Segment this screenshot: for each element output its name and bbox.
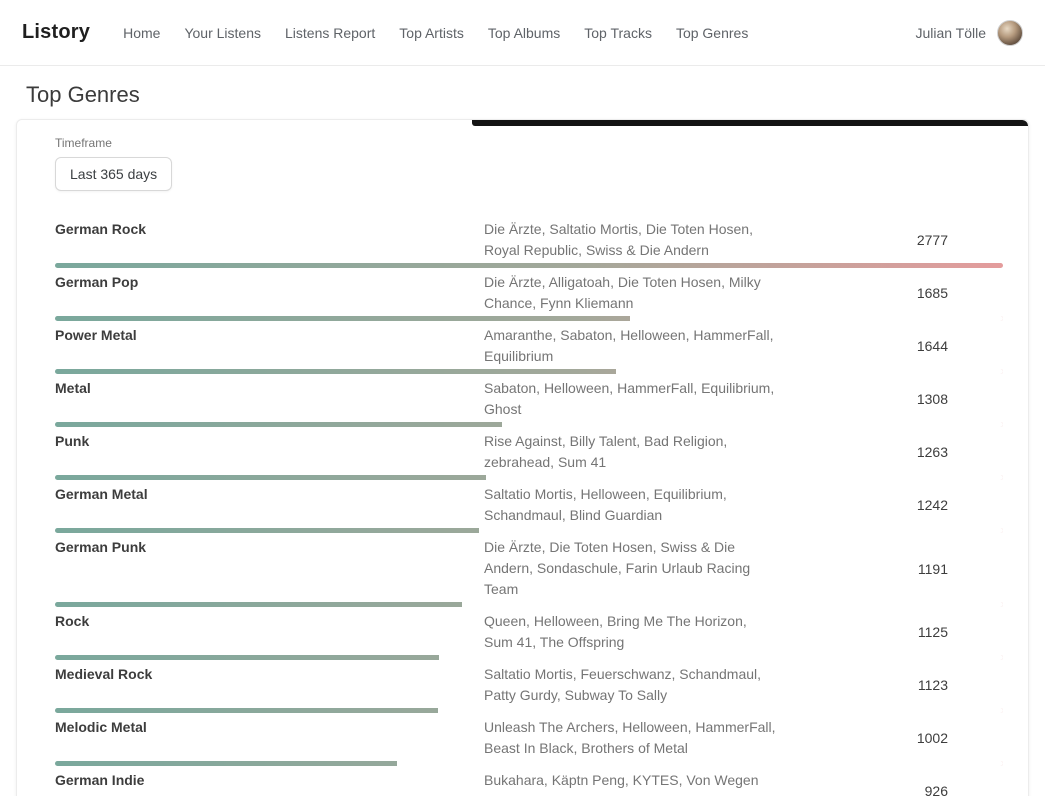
user-menu[interactable]: Julian Tölle: [915, 20, 1023, 46]
genre-bar-cover: [397, 761, 1003, 766]
genre-bar: [55, 602, 1003, 607]
genre-count: 1002: [776, 730, 1003, 746]
page-title: Top Genres: [26, 82, 1045, 108]
genre-count: 1123: [776, 677, 1003, 693]
genre-bar: [55, 316, 1003, 321]
genre-bar: [55, 761, 1003, 766]
nav-link-your-listens[interactable]: Your Listens: [173, 17, 272, 49]
nav-link-listens-report[interactable]: Listens Report: [274, 17, 386, 49]
genre-name: Rock: [55, 611, 484, 629]
genre-row: Medieval Rock Saltatio Mortis, Feuerschw…: [55, 662, 1003, 715]
genre-bar: [55, 475, 1003, 480]
app-logo[interactable]: Listory: [22, 21, 90, 44]
genre-name: German Pop: [55, 272, 484, 290]
genre-name: German Indie: [55, 770, 484, 788]
genre-bar-cover: [439, 655, 1003, 660]
timeframe-select[interactable]: Last 365 days: [55, 157, 172, 191]
nav-link-home[interactable]: Home: [112, 17, 171, 49]
genre-count: 926: [776, 783, 1003, 796]
genre-row: German Indie Bukahara, Käptn Peng, KYTES…: [55, 768, 1003, 796]
genre-bar-cover: [486, 475, 1003, 480]
genre-artists: Amaranthe, Sabaton, Helloween, HammerFal…: [484, 325, 776, 367]
genre-row: Melodic Metal Unleash The Archers, Hello…: [55, 715, 1003, 768]
nav-link-top-artists[interactable]: Top Artists: [388, 17, 475, 49]
genre-count: 2777: [776, 232, 1003, 248]
card-scrollbar-thumb[interactable]: [472, 120, 1028, 126]
genre-count: 1125: [776, 624, 1003, 640]
genre-row: Punk Rise Against, Billy Talent, Bad Rel…: [55, 429, 1003, 482]
genre-artists: Saltatio Mortis, Helloween, Equilibrium,…: [484, 484, 776, 526]
genre-row: German Metal Saltatio Mortis, Helloween,…: [55, 482, 1003, 535]
genre-artists: Queen, Helloween, Bring Me The Horizon, …: [484, 611, 776, 653]
genre-name: Melodic Metal: [55, 717, 484, 735]
genre-name: German Punk: [55, 537, 484, 555]
nav-link-top-tracks[interactable]: Top Tracks: [573, 17, 663, 49]
genre-bar: [55, 422, 1003, 427]
genre-bar-cover: [630, 316, 1003, 321]
genre-count: 1191: [776, 561, 1003, 577]
genre-name: German Rock: [55, 219, 484, 237]
genre-artists: Die Ärzte, Die Toten Hosen, Swiss & Die …: [484, 537, 776, 600]
genre-row: Metal Sabaton, Helloween, HammerFall, Eq…: [55, 376, 1003, 429]
genre-row: Power Metal Amaranthe, Sabaton, Hellowee…: [55, 323, 1003, 376]
navbar: Listory HomeYour ListensListens ReportTo…: [0, 0, 1045, 66]
genre-count: 1242: [776, 497, 1003, 513]
user-avatar[interactable]: [997, 20, 1023, 46]
genre-count: 1308: [776, 391, 1003, 407]
genre-bar: [55, 263, 1003, 268]
genre-bar-cover: [438, 708, 1003, 713]
genre-bar-cover: [616, 369, 1003, 374]
genre-artists: Sabaton, Helloween, HammerFall, Equilibr…: [484, 378, 776, 420]
genre-bar: [55, 655, 1003, 660]
nav-link-top-genres[interactable]: Top Genres: [665, 17, 759, 49]
genre-name: Medieval Rock: [55, 664, 484, 682]
genre-bar-cover: [502, 422, 1003, 427]
genre-name: Power Metal: [55, 325, 484, 343]
genre-row: German Rock Die Ärzte, Saltatio Mortis, …: [55, 217, 1003, 270]
genre-name: Punk: [55, 431, 484, 449]
genre-bar-cover: [479, 528, 1003, 533]
genre-name: German Metal: [55, 484, 484, 502]
genre-bar: [55, 369, 1003, 374]
genre-count: 1644: [776, 338, 1003, 354]
timeframe-label: Timeframe: [55, 136, 1003, 150]
nav-links: HomeYour ListensListens ReportTop Artist…: [112, 17, 915, 49]
genre-artists: Die Ärzte, Alligatoah, Die Toten Hosen, …: [484, 272, 776, 314]
genre-name: Metal: [55, 378, 484, 396]
genre-artists: Bukahara, Käptn Peng, KYTES, Von Wegen L…: [484, 770, 776, 796]
genre-artists: Rise Against, Billy Talent, Bad Religion…: [484, 431, 776, 473]
genre-bar: [55, 708, 1003, 713]
nav-link-top-albums[interactable]: Top Albums: [477, 17, 571, 49]
genre-row: German Punk Die Ärzte, Die Toten Hosen, …: [55, 535, 1003, 609]
genre-row: German Pop Die Ärzte, Alligatoah, Die To…: [55, 270, 1003, 323]
genre-artists: Die Ärzte, Saltatio Mortis, Die Toten Ho…: [484, 219, 776, 261]
genre-artists: Saltatio Mortis, Feuerschwanz, Schandmau…: [484, 664, 776, 706]
genre-count: 1263: [776, 444, 1003, 460]
genre-bar: [55, 528, 1003, 533]
genre-list: German Rock Die Ärzte, Saltatio Mortis, …: [55, 217, 1003, 796]
genre-row: Rock Queen, Helloween, Bring Me The Hori…: [55, 609, 1003, 662]
genres-card: Timeframe Last 365 days German Rock Die …: [16, 119, 1029, 796]
user-name: Julian Tölle: [915, 25, 986, 41]
genre-artists: Unleash The Archers, Helloween, HammerFa…: [484, 717, 776, 759]
genre-count: 1685: [776, 285, 1003, 301]
genre-bar-cover: [462, 602, 1003, 607]
